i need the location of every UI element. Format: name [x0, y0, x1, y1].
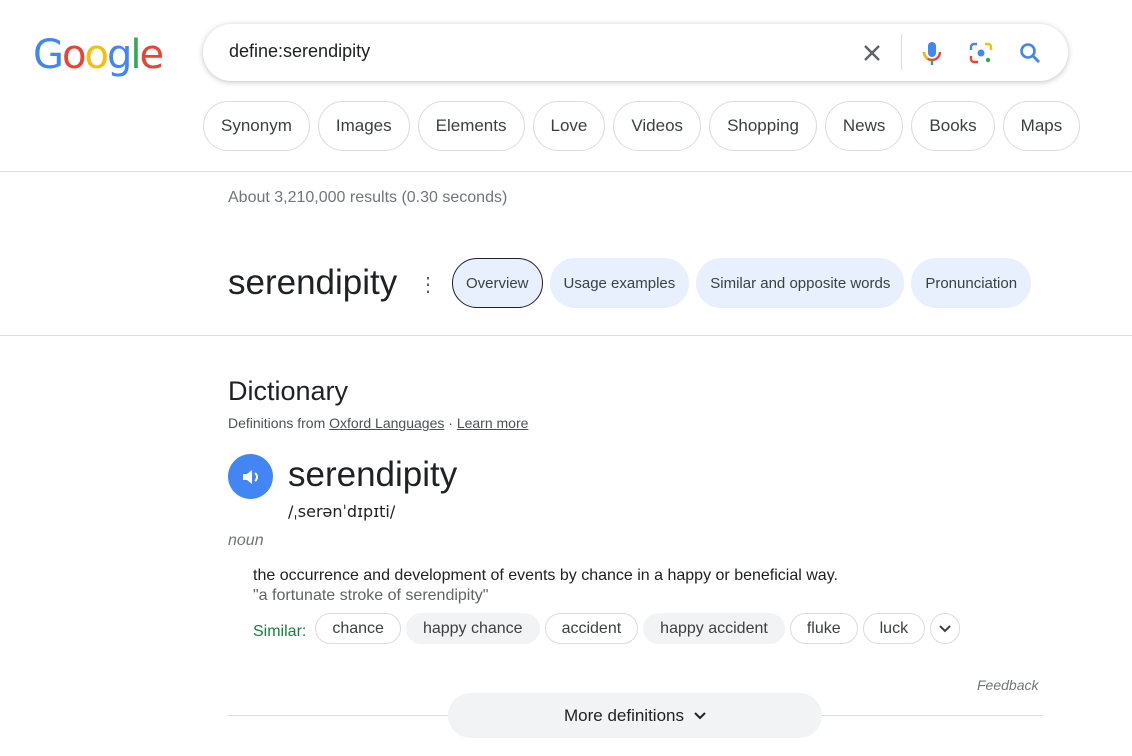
divider — [0, 335, 1132, 336]
chip-elements[interactable]: Elements — [417, 101, 525, 151]
logo-letter: G — [33, 32, 64, 78]
more-options-icon[interactable]: ⋮ — [418, 272, 438, 297]
logo-letter: g — [106, 32, 132, 78]
similar-chip[interactable]: happy accident — [643, 613, 785, 644]
filter-chips: Synonym Images Elements Love Videos Shop… — [203, 101, 1081, 151]
chip-news[interactable]: News — [824, 101, 904, 151]
similar-words: Similar: chance happy chance accident ha… — [253, 613, 961, 644]
more-definitions-button[interactable]: More definitions — [448, 693, 822, 738]
source-prefix: Definitions from — [228, 415, 330, 431]
tab-pronunciation[interactable]: Pronunciation — [911, 258, 1032, 308]
similar-label: Similar: — [253, 622, 307, 640]
headword: serendipity — [288, 455, 458, 494]
speaker-icon — [242, 469, 258, 484]
example: "a fortunate stroke of serendipity" — [253, 587, 489, 604]
chevron-down-icon — [694, 711, 706, 719]
chip-videos[interactable]: Videos — [613, 101, 702, 151]
google-logo[interactable]: Google — [33, 32, 164, 78]
similar-chip[interactable]: fluke — [789, 613, 858, 644]
separator: · — [444, 415, 457, 431]
feedback-link[interactable]: Feedback — [977, 677, 1038, 693]
pronounce-button[interactable] — [228, 454, 273, 499]
chevron-down-icon — [939, 624, 951, 632]
tab-usage-examples[interactable]: Usage examples — [549, 258, 690, 308]
chip-shopping[interactable]: Shopping — [709, 101, 817, 151]
similar-chip[interactable]: luck — [862, 613, 926, 644]
result-stats: About 3,210,000 results (0.30 seconds) — [228, 189, 508, 206]
search-box — [203, 24, 1068, 81]
chip-love[interactable]: Love — [532, 101, 606, 151]
oxford-languages-link[interactable]: Oxford Languages — [329, 415, 444, 431]
definition: the occurrence and development of events… — [253, 567, 838, 584]
logo-letter: o — [84, 32, 109, 78]
phonetic: /ˌserənˈdɪpɪti/ — [288, 502, 396, 521]
chip-maps[interactable]: Maps — [1002, 101, 1081, 151]
word-title: serendipity — [228, 263, 398, 302]
word-tabs: Overview Usage examples Similar and oppo… — [452, 258, 1128, 308]
tab-similar-opposite[interactable]: Similar and opposite words — [696, 258, 905, 308]
logo-letter: o — [62, 32, 87, 78]
learn-more-link[interactable]: Learn more — [457, 415, 529, 431]
expand-similar-button[interactable] — [930, 613, 961, 644]
chip-synonym[interactable]: Synonym — [203, 101, 310, 151]
search-icon[interactable] — [1015, 38, 1045, 68]
close-icon[interactable] — [857, 38, 887, 68]
similar-chip[interactable]: chance — [315, 613, 401, 644]
more-definitions-label: More definitions — [563, 705, 684, 725]
lens-icon[interactable] — [966, 38, 996, 68]
divider — [0, 171, 1132, 172]
chip-books[interactable]: Books — [911, 101, 995, 151]
divider — [901, 34, 902, 70]
part-of-speech: noun — [228, 532, 264, 549]
similar-chip[interactable]: happy chance — [405, 613, 540, 644]
tab-overview[interactable]: Overview — [452, 258, 543, 308]
definition-source: Definitions from Oxford Languages · Lear… — [228, 415, 528, 431]
chip-images[interactable]: Images — [317, 101, 410, 151]
logo-letter: e — [139, 32, 164, 78]
microphone-icon[interactable] — [917, 38, 947, 68]
similar-chip[interactable]: accident — [544, 613, 639, 644]
dictionary-heading: Dictionary — [228, 376, 349, 406]
search-input[interactable] — [229, 41, 829, 62]
